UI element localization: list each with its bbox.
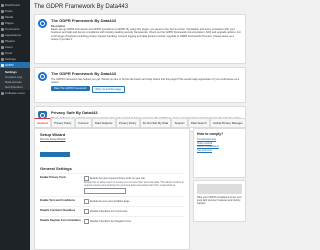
row-field: Enable the view request privacy tools on…	[84, 176, 184, 195]
settings-icon	[1, 57, 4, 61]
register-form-checkbox[interactable]	[84, 219, 89, 225]
row-label: Disable Comment Checkbox	[40, 209, 76, 213]
comment-icon	[1, 27, 4, 31]
wrench-icon	[1, 51, 4, 55]
tab-consent[interactable]: Consent	[74, 118, 92, 128]
data443-logo-icon	[38, 72, 47, 81]
tab-privacy-policy[interactable]: Privacy Policy	[50, 118, 75, 128]
settings-row: Enable Privacy Tools Enable the view req…	[40, 173, 184, 196]
tab-data-subjects[interactable]: Data Subjects	[91, 118, 116, 128]
plugin-icon	[1, 39, 4, 43]
gdpr-submenu: Settings Consent Log Data Access Get Pre…	[0, 68, 30, 90]
settings-row: Disable Comment Checkbox Disable Checkbo…	[40, 206, 184, 216]
pin-icon	[1, 9, 4, 13]
row-field: Disable Checkbox For Comments	[84, 209, 184, 215]
comment-checkbox[interactable]	[84, 209, 89, 215]
terms-checkbox[interactable]	[84, 199, 89, 205]
general-settings-panel: Setup Wizard Run the Setup Wizard Genera…	[34, 128, 190, 250]
premium-upsell-box: Take your GDPR compliance to the next le…	[193, 180, 246, 222]
page-icon	[1, 21, 4, 25]
page-title: The GDPR Framework By Data443	[34, 4, 129, 10]
setup-wizard-link[interactable]: Run the Setup Wizard	[40, 138, 184, 141]
rate-button[interactable]: Rate The GDPR Framework	[51, 86, 90, 92]
tab-general[interactable]: General	[34, 118, 51, 128]
brush-icon	[1, 33, 4, 37]
review-card-actions: Rate The GDPR Framework Why not another …	[51, 86, 241, 94]
settings-tabs: General Privacy Policy Consent Data Subj…	[34, 118, 247, 128]
review-card: The GDPR Framework By Data443 The GDPR F…	[34, 67, 246, 103]
intro-card: The GDPR Framework By Data443 Descriptio…	[34, 14, 246, 64]
get-premium-link[interactable]: Get premium	[197, 149, 242, 153]
privacy-tools-page-select[interactable]	[84, 188, 126, 195]
intro-card-title: The GDPR Framework By Data443	[51, 18, 116, 23]
privacy-safe-title: Privacy Safe By Data443	[51, 110, 98, 115]
row-label: Disable Register Form Checkbox	[40, 219, 81, 223]
tab-global-privacy-manager[interactable]: Global Privacy Manager	[209, 118, 247, 128]
secondary-button[interactable]: Why not another page	[91, 86, 126, 94]
review-card-title: The GDPR Framework By Data443	[51, 71, 116, 76]
setup-wizard-title: Setup Wizard	[40, 132, 66, 137]
collapse-icon	[1, 91, 4, 95]
review-card-text: The GDPR Framework has helped you get. W…	[51, 78, 240, 85]
data443-logo-icon	[38, 19, 47, 28]
collapse-menu-button[interactable]: Collapse menu	[0, 90, 30, 96]
tab-support[interactable]: Support	[171, 118, 188, 128]
dashboard-icon	[1, 3, 4, 7]
row-label: Enable Term and Conditions	[40, 199, 75, 203]
tab-data-search[interactable]: Data Search	[187, 118, 210, 128]
row-label: Enable Privacy Tools	[40, 176, 66, 179]
upsell-banner-image	[197, 184, 242, 194]
intro-card-text: Easily set-up GDPR Framework and GDPR op…	[51, 28, 241, 41]
row-field: Disable Checkbox For Register Form	[84, 219, 184, 225]
general-settings-heading: General Settings	[40, 166, 72, 171]
submenu-get-premium[interactable]: Get Premium	[5, 84, 30, 89]
settings-row: Enable Term and Conditions Enable the te…	[40, 196, 184, 206]
setup-wizard-button[interactable]	[40, 152, 70, 157]
row-field: Enable the term and condition page	[84, 199, 184, 205]
user-icon	[1, 45, 4, 49]
row-description: Enable this to allow users to access and…	[84, 181, 184, 188]
tab-privacy-policy-2[interactable]: Privacy Policy	[115, 118, 140, 128]
tab-do-not-sell[interactable]: Do Not Sell My Data	[139, 118, 172, 128]
admin-sidebar: Dashboard Posts Media Pages Comments App…	[0, 0, 30, 250]
help-box: How to comply? Knowledge base Video tuto…	[193, 128, 246, 178]
settings-row: Disable Register Form Checkbox Disable C…	[40, 216, 184, 226]
main-content: The GDPR Framework By Data443 The GDPR F…	[34, 3, 246, 132]
help-title: How to comply?	[197, 132, 224, 136]
gdpr-icon	[1, 63, 4, 67]
upsell-text: Take your GDPR compliance to the next le…	[197, 196, 242, 206]
media-icon	[1, 15, 4, 19]
